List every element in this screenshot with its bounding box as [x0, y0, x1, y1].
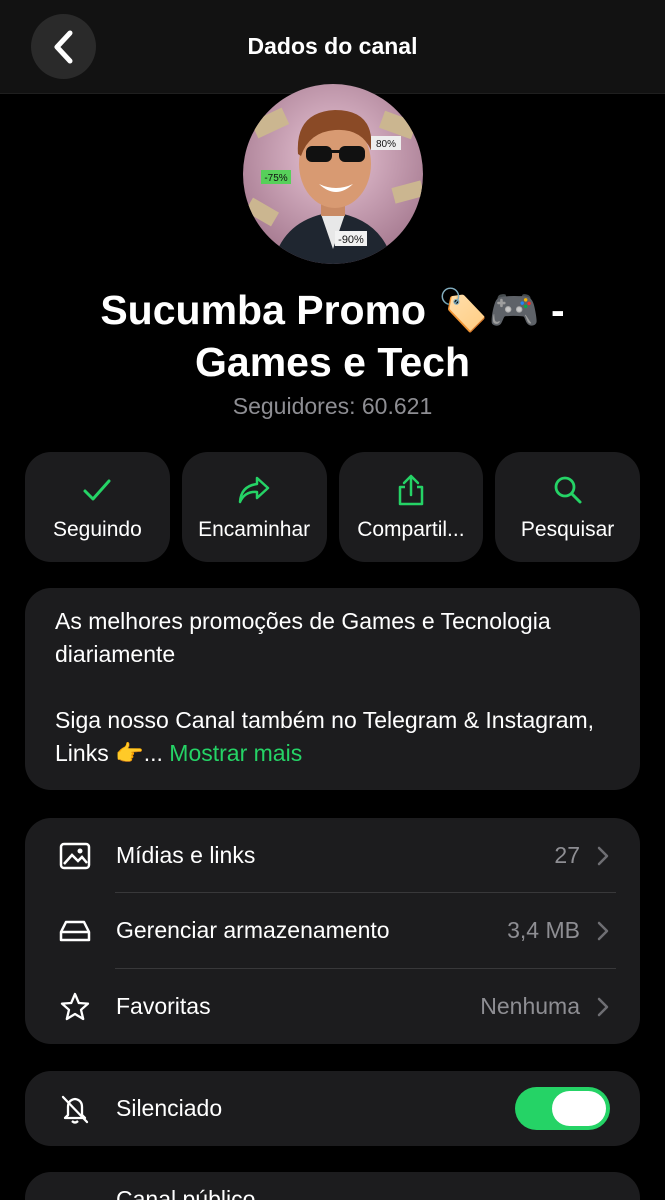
following-label: Seguindo: [53, 518, 142, 541]
manage-storage-row[interactable]: Gerenciar armazenamento 3,4 MB: [25, 893, 640, 968]
search-label: Pesquisar: [520, 518, 615, 541]
action-bar: Seguindo Encaminhar Compartil... Pesquis…: [25, 452, 640, 562]
svg-text:-90%: -90%: [338, 234, 364, 246]
search-icon: [550, 472, 586, 508]
share-button[interactable]: Compartil...: [338, 452, 484, 562]
public-channel-label: Canal público: [116, 1186, 256, 1200]
top-bar: Dados do canal: [0, 0, 665, 94]
channel-name: Sucumba Promo 🏷️🎮 - Games e Tech: [100, 287, 565, 385]
chevron-right-icon: [597, 846, 609, 865]
forward-label: Encaminhar: [198, 518, 311, 541]
favorites-value: Nenhuma: [480, 993, 580, 1019]
favorites-row[interactable]: Favoritas Nenhuma: [25, 969, 640, 1044]
forward-icon: [236, 472, 272, 508]
chevron-right-icon: [597, 921, 609, 940]
channel-avatar[interactable]: -75% 80% -90%: [243, 84, 423, 264]
media-links-label: Mídias e links: [116, 842, 256, 868]
description-text: Siga nosso Canal também no Telegram & In…: [55, 707, 595, 766]
description-text: As melhores promoções de Games e Tecnolo…: [55, 608, 551, 667]
share-label: Compartil...: [357, 518, 465, 541]
svg-text:-75%: -75%: [264, 173, 287, 184]
mute-row: Silenciado: [25, 1071, 640, 1146]
media-links-row[interactable]: Mídias e links 27: [25, 818, 640, 893]
storage-icon: [58, 914, 92, 948]
check-icon: [79, 472, 115, 508]
star-icon: [58, 990, 92, 1024]
image-icon: [58, 839, 92, 873]
svg-text:80%: 80%: [376, 139, 396, 150]
public-channel-row[interactable]: Canal público: [25, 1172, 640, 1200]
media-links-count: 27: [554, 842, 580, 868]
discount-badge: -75%: [261, 170, 291, 184]
chevron-right-icon: [597, 997, 609, 1016]
channel-description: As melhores promoções de Games e Tecnolo…: [25, 588, 640, 790]
share-icon: [393, 472, 429, 508]
search-button[interactable]: Pesquisar: [495, 452, 640, 562]
following-button[interactable]: Seguindo: [25, 452, 170, 562]
toggle-knob: [552, 1091, 606, 1126]
mute-label: Silenciado: [116, 1095, 223, 1121]
bell-off-icon: [58, 1092, 92, 1126]
mute-toggle[interactable]: [515, 1087, 610, 1130]
show-more-link[interactable]: Mostrar mais: [169, 740, 302, 766]
forward-button[interactable]: Encaminhar: [181, 452, 327, 562]
discount-badge: 80%: [371, 136, 401, 150]
discount-badge: -90%: [335, 231, 367, 246]
page-title: Dados do canal: [247, 33, 418, 59]
manage-storage-label: Gerenciar armazenamento: [116, 917, 390, 943]
follower-count: Seguidores: 60.621: [232, 393, 433, 419]
storage-size: 3,4 MB: [507, 917, 580, 943]
channel-info-list: Mídias e links 27 Gerenciar armazenament…: [25, 818, 640, 1044]
favorites-label: Favoritas: [116, 993, 211, 1019]
